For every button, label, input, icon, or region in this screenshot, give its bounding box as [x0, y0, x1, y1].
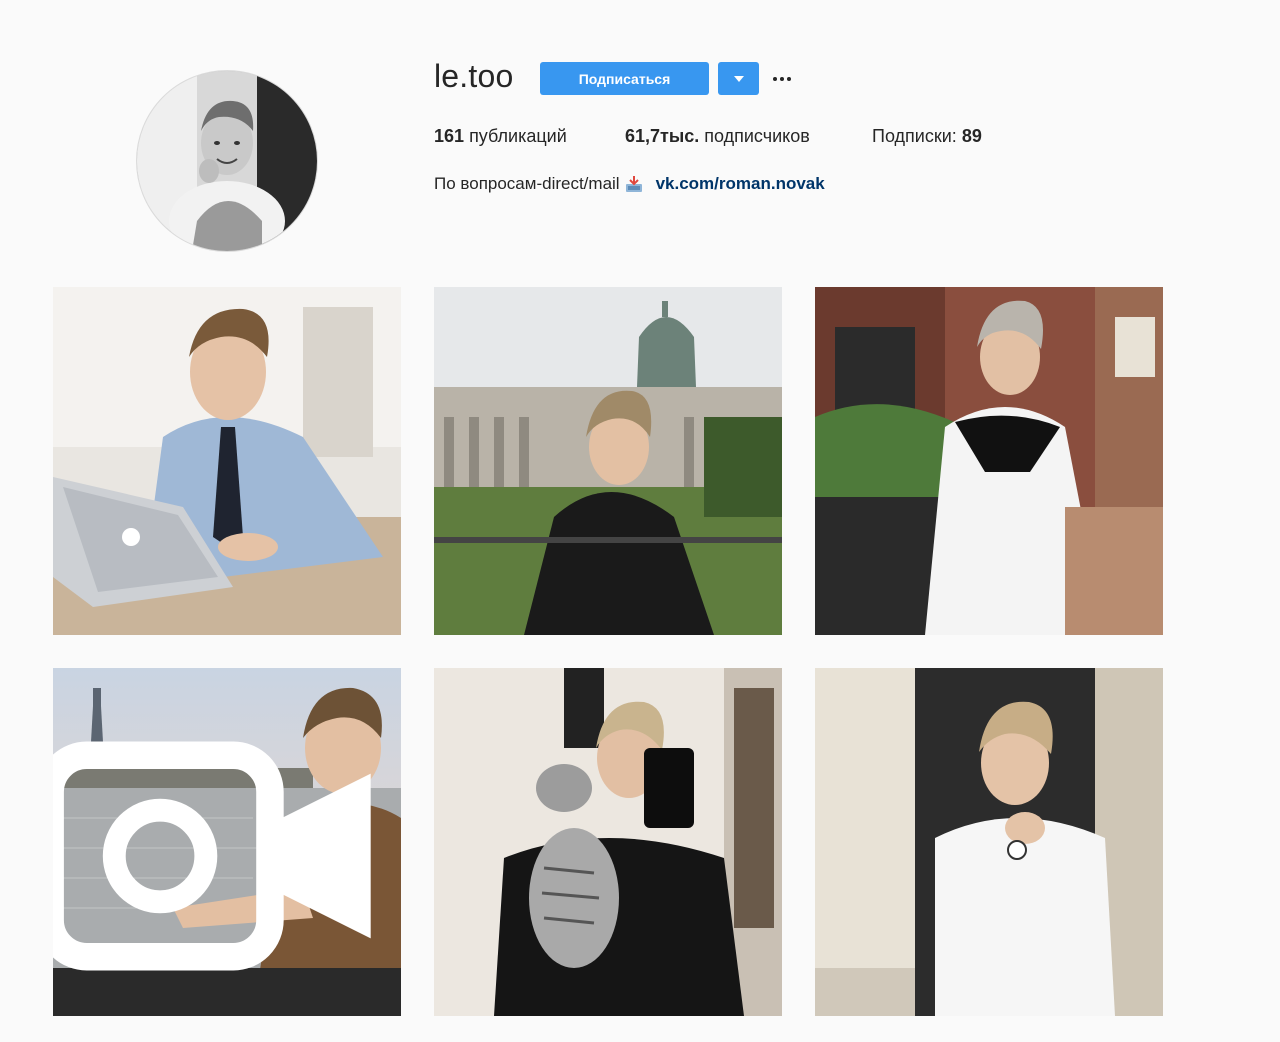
post-tile[interactable] [53, 668, 401, 1016]
followers-count: 61,7тыс. [625, 126, 700, 146]
post-tile[interactable] [434, 668, 782, 1016]
more-options-button[interactable] [770, 62, 794, 95]
video-camera-icon [53, 741, 371, 971]
bio-link[interactable]: vk.com/roman.novak [656, 174, 825, 194]
posts-count: 161 [434, 126, 465, 146]
suggestions-dropdown-button[interactable] [718, 62, 759, 95]
post-tile[interactable] [815, 287, 1163, 635]
following-stat[interactable]: Подписки: 89 [872, 126, 982, 147]
profile-page: le.too Подписаться 161 публикаций 61,7ты… [0, 0, 1280, 1042]
ellipsis-dot [780, 76, 784, 81]
post-photo [815, 668, 1163, 1016]
post-tile[interactable] [434, 287, 782, 635]
post-photo [53, 287, 401, 635]
post-photo [434, 287, 782, 635]
posts-stat: 161 публикаций [434, 126, 567, 147]
inbox-tray-icon [624, 174, 644, 194]
followers-stat[interactable]: 61,7тыс. подписчиков [625, 126, 810, 147]
followers-label: подписчиков [704, 126, 810, 146]
profile-bio: По вопросам-direct/mail vk.com/roman.nov… [434, 174, 825, 194]
ellipsis-dot [787, 76, 791, 81]
posts-label: публикаций [469, 126, 567, 146]
post-photo [434, 668, 782, 1016]
following-label: Подписки: [872, 126, 957, 146]
post-tile[interactable] [815, 668, 1163, 1016]
username: le.too [434, 58, 514, 94]
chevron-down-icon [733, 75, 744, 82]
bio-text: По вопросам-direct/mail [434, 174, 620, 193]
avatar[interactable] [136, 70, 318, 252]
avatar-photo [137, 71, 317, 251]
post-tile[interactable] [53, 287, 401, 635]
ellipsis-icon [773, 76, 777, 81]
follow-button[interactable]: Подписаться [540, 62, 709, 95]
post-photo [815, 287, 1163, 635]
following-count: 89 [961, 126, 982, 146]
